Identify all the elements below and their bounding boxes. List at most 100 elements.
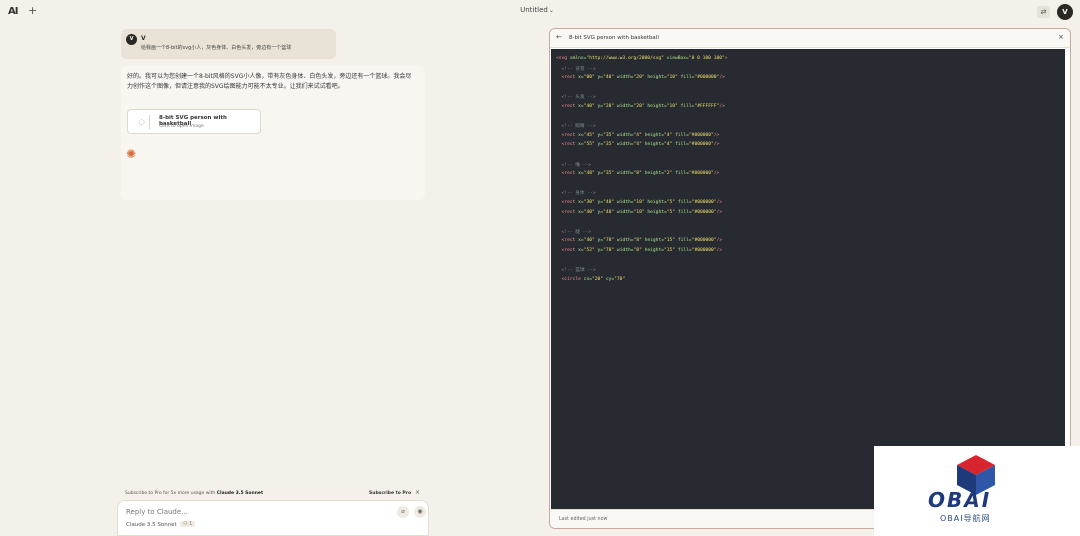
user-avatar-button[interactable]: V (1057, 4, 1073, 20)
code-token: "15" (663, 238, 676, 244)
model-selector[interactable]: Claude 3.5 Sonnet (126, 522, 177, 528)
capture-icon[interactable]: ◉ (414, 506, 426, 518)
code-token: cx= (583, 276, 592, 282)
code-token: height= (641, 132, 664, 138)
code-line: <rect x="40" y="40" width="10" height="5… (556, 210, 1065, 220)
last-edited-label: Last edited just now (559, 517, 608, 522)
code-token: <!-- 背景 --> (556, 66, 596, 72)
anthropic-logo-icon[interactable]: AI (8, 6, 19, 17)
new-chat-button[interactable]: + (28, 4, 37, 17)
code-token: y= (594, 247, 604, 253)
code-token: <svg (556, 56, 570, 61)
code-token: height= (644, 209, 667, 215)
code-line: <rect x="48" y="35" width="8" height="2"… (556, 171, 1065, 181)
code-token: fill= (672, 132, 689, 138)
loading-spinner-icon: ◌ (134, 115, 150, 129)
code-token: fill= (675, 209, 692, 215)
back-arrow-icon[interactable]: ← (556, 33, 562, 41)
close-icon[interactable]: × (1058, 33, 1064, 41)
user-name: V (141, 35, 146, 42)
watermark-subtitle: OBAI导航网 (940, 514, 991, 523)
code-token: width= (614, 103, 634, 109)
code-token: cy= (603, 276, 615, 282)
code-token: "#FFFFFF" (694, 103, 720, 109)
code-token: <rect (556, 247, 579, 253)
style-badge[interactable]: ⚇ 1 (180, 521, 196, 527)
code-token: > (724, 56, 728, 61)
code-token: <rect (556, 75, 579, 81)
code-token: y= (594, 171, 604, 177)
code-token: width= (614, 142, 634, 148)
code-token: <rect (556, 199, 579, 205)
code-token: /> (719, 103, 725, 109)
code-line: <!-- 身体 --> (556, 190, 1065, 200)
code-view: <svg xmlns="http://www.w3.org/2000/svg" … (551, 49, 1065, 509)
code-token: "45" (583, 132, 595, 138)
code-token: y= (594, 238, 604, 244)
obai-watermark: OBAI OBAI导航网 (874, 446, 1080, 536)
code-token: /> (716, 247, 723, 253)
subscribe-text: Subscribe to Pro for 5x more usage with … (125, 491, 263, 496)
code-token: "#000000" (691, 199, 717, 205)
code-token: <rect (556, 209, 579, 215)
code-token: fill= (677, 75, 695, 81)
code-token: width= (614, 132, 634, 138)
code-token: <!-- 眼睛 --> (556, 124, 596, 130)
artifact-panel-header: ← 8-bit SVG person with basketball × (550, 29, 1070, 48)
code-token: <rect (556, 132, 579, 138)
code-token: <!-- 篮球 --> (556, 268, 596, 274)
code-token: "10" (666, 75, 678, 81)
code-token: "15" (663, 247, 676, 253)
code-token: "10" (633, 209, 645, 215)
code-token: <!-- 嘴 --> (556, 162, 592, 168)
code-token: /> (716, 199, 723, 205)
top-bar: AI + Untitled⌄ ⇄ V (0, 0, 1080, 24)
subscribe-link[interactable]: Subscribe to Pro (369, 491, 411, 496)
code-token: width= (614, 238, 634, 244)
code-line: <!-- 眼睛 --> (556, 123, 1065, 133)
code-token: "70" (603, 238, 615, 244)
code-token: "35" (603, 132, 615, 138)
code-line: <!-- 头发 --> (556, 94, 1065, 104)
code-line: <circle cx="20" cy="70" (556, 277, 1065, 287)
code-token: width= (614, 199, 634, 205)
code-token: "4" (633, 132, 642, 138)
code-token: /> (713, 142, 720, 148)
conversation-title-text: Untitled (520, 6, 548, 14)
code-token: "40" (603, 75, 615, 81)
code-token: width= (614, 209, 634, 215)
code-token: fill= (675, 247, 692, 253)
code-token: y= (594, 199, 604, 205)
code-token: "#000000" (688, 142, 714, 148)
code-token: "5" (666, 199, 676, 205)
reply-composer[interactable]: Reply to Claude... Claude 3.5 Sonnet ⚇ 1… (117, 500, 429, 536)
code-token: width= (614, 75, 634, 81)
code-line: <rect x="30" y="40" width="10" height="5… (556, 200, 1065, 210)
code-token: "48" (583, 171, 595, 177)
reply-input[interactable]: Reply to Claude... (126, 508, 188, 516)
attach-icon[interactable]: ⌀ (397, 506, 409, 518)
code-token: width= (614, 171, 634, 177)
code-line: <svg xmlns="http://www.w3.org/2000/svg" … (556, 56, 1065, 66)
close-icon[interactable]: × (415, 489, 420, 496)
code-token: "00" (583, 75, 595, 81)
code-token: "40" (583, 103, 595, 109)
chevron-down-icon: ⌄ (548, 7, 554, 14)
code-line: <rect x="40" y="20" width="20" height="1… (556, 104, 1065, 114)
code-token: <!-- 腿 --> (556, 229, 592, 235)
code-token: "8" (633, 238, 642, 244)
code-token: "40" (603, 199, 615, 205)
code-token: "#000000" (688, 132, 714, 138)
code-token: height= (641, 142, 664, 148)
watermark-brand: OBAI (928, 488, 992, 512)
code-token: "#000000" (691, 238, 717, 244)
settings-toggle-button[interactable]: ⇄ (1037, 6, 1050, 18)
artifact-card[interactable]: ◌ 8-bit SVG person with basketball Click… (127, 109, 261, 134)
code-token: "35" (603, 171, 615, 177)
conversation-title[interactable]: Untitled⌄ (500, 6, 574, 14)
code-token: y= (594, 103, 604, 109)
code-token: <rect (556, 142, 579, 148)
code-token: "55" (583, 142, 595, 148)
